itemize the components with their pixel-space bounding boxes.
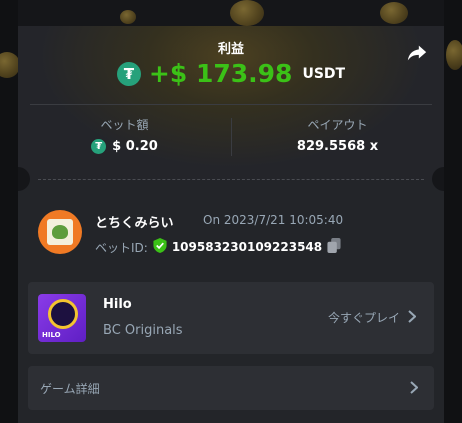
decorative-coin — [380, 2, 408, 24]
profit-title: 利益 — [217, 42, 244, 57]
verified-shield-icon — [153, 238, 167, 256]
chevron-right-icon — [410, 379, 419, 398]
divider — [30, 104, 432, 105]
game-details-label: ゲーム詳細 — [40, 382, 100, 396]
profit-header: 利益 ₮ +$ 173.98 USDT ベット額 ₮ $ 0.20 ペイアウト … — [18, 26, 444, 180]
payout-label: ペイアウト — [307, 118, 368, 132]
profit-amount: +$ 173.98 — [148, 59, 293, 88]
thumbnail-label: HILO — [42, 331, 61, 339]
username[interactable]: とちくみらい — [95, 212, 174, 231]
copy-icon[interactable] — [327, 238, 341, 256]
game-card[interactable]: HILO Hilo BC Originals 今すぐプレイ — [28, 282, 434, 354]
bet-id-label: ベットID: — [95, 240, 148, 255]
game-details-row[interactable]: ゲーム詳細 — [28, 366, 434, 410]
bet-detail-card: 利益 ₮ +$ 173.98 USDT ベット額 ₮ $ 0.20 ペイアウト … — [18, 26, 444, 423]
bet-amount-value-row: ₮ $ 0.20 — [18, 139, 231, 154]
bet-id-row: ベットID: 109583230109223548 — [95, 238, 341, 256]
bet-amount-label: ベット額 — [100, 118, 149, 132]
chevron-right-icon — [408, 309, 417, 326]
payout-value: 829.5568 x — [296, 139, 379, 154]
bet-id-value: 109583230109223548 — [171, 240, 323, 254]
hilo-game-thumbnail: HILO — [38, 294, 86, 342]
payout-value-row: 829.5568 x — [231, 139, 444, 154]
tether-icon: ₮ — [91, 139, 107, 154]
play-now-button[interactable]: 今すぐプレイ — [327, 309, 417, 326]
avatar[interactable] — [38, 210, 82, 254]
profit-row: ₮ +$ 173.98 USDT — [18, 59, 444, 88]
decorative-coin — [230, 0, 264, 26]
decorative-coin — [446, 40, 462, 70]
bet-amount-value: $ 0.20 — [112, 139, 158, 154]
payout-column: ペイアウト 829.5568 x — [231, 116, 444, 154]
profit-currency: USDT — [302, 65, 346, 82]
game-name: Hilo — [103, 297, 132, 312]
tether-icon: ₮ — [116, 61, 141, 86]
ticket-notch-right — [432, 167, 444, 191]
hilo-logo-icon — [48, 299, 78, 329]
bet-date: On 2023/7/21 10:05:40 — [203, 213, 344, 227]
bet-amount-column: ベット額 ₮ $ 0.20 — [18, 116, 231, 154]
decorative-coin — [120, 10, 136, 24]
game-provider: BC Originals — [103, 323, 183, 338]
avatar-character — [52, 225, 68, 239]
play-now-label: 今すぐプレイ — [327, 311, 400, 325]
share-icon[interactable] — [406, 42, 428, 64]
dashed-divider — [38, 179, 424, 180]
